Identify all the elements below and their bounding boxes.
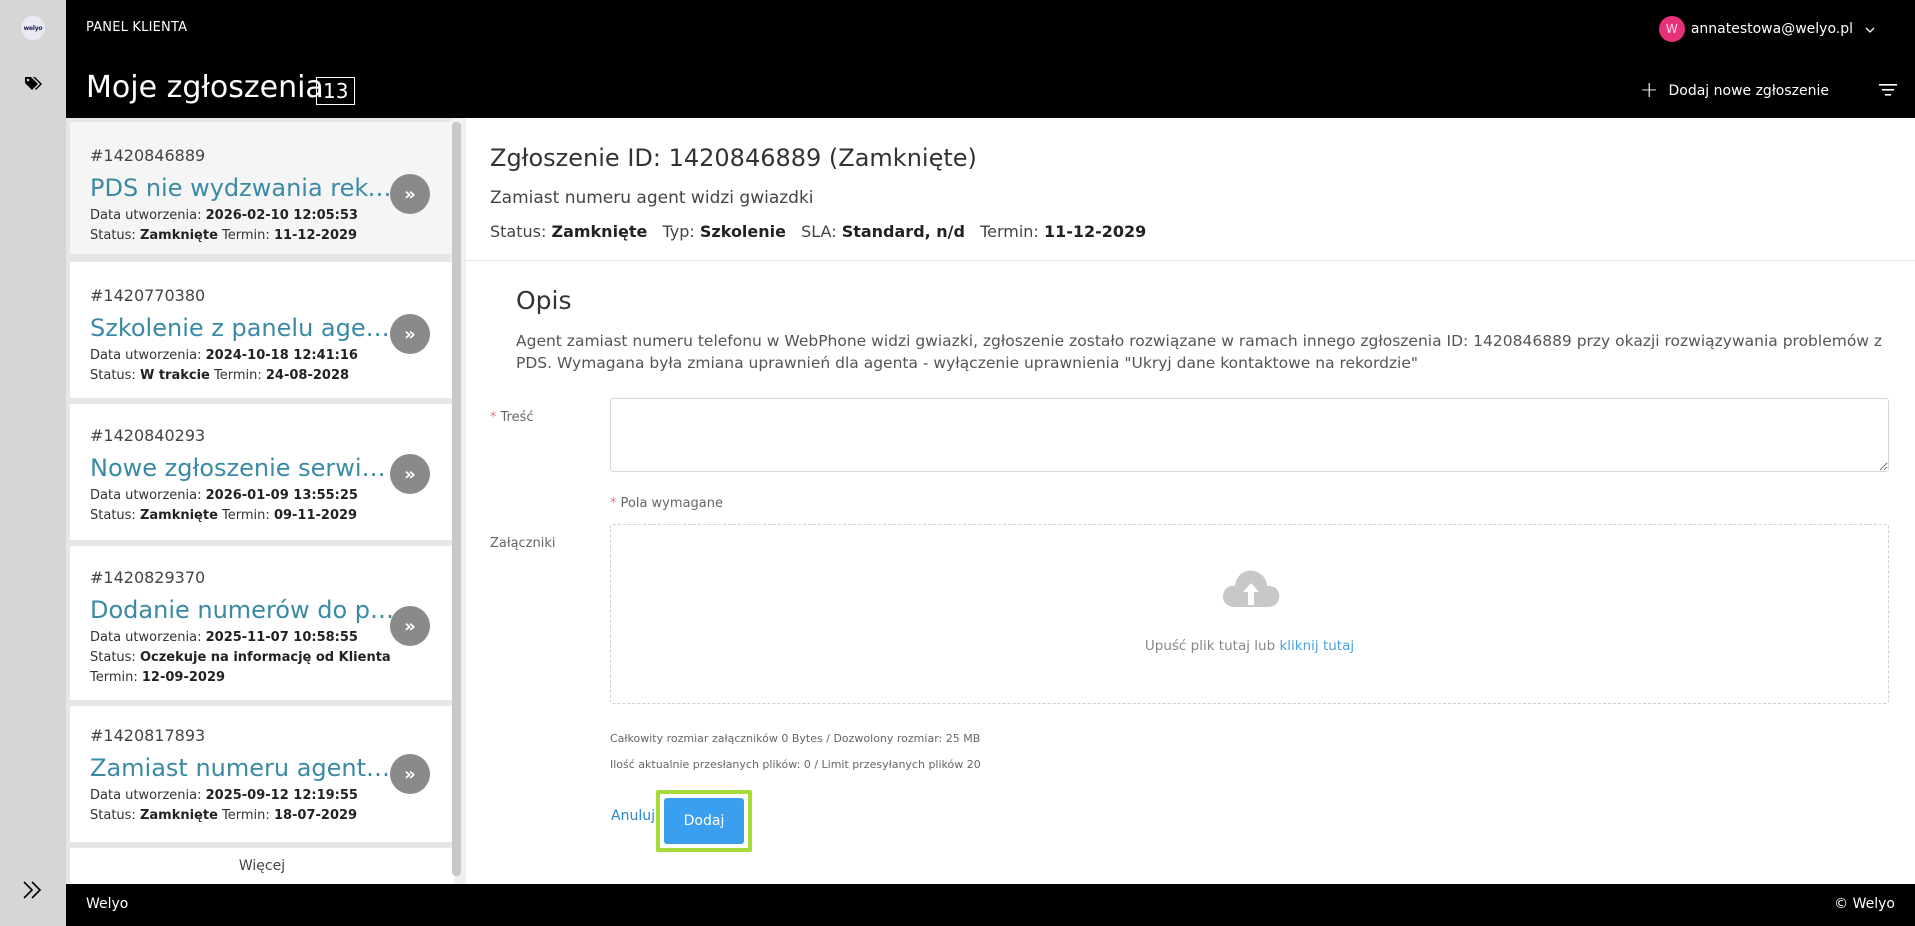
drop-instructions: Upuść plik tutaj lub kliknij tutaj — [1144, 638, 1355, 654]
ticket-card[interactable]: #1420770380 Szkolenie z panelu agenta Da… — [70, 262, 454, 402]
filter-icon[interactable] — [1879, 82, 1897, 101]
page-title: Moje zgłoszenia — [86, 70, 324, 105]
ticket-status-line: Status: Zamknięte Termin: 11-12-2029 — [90, 228, 358, 243]
ticket-created: Data utworzenia: 2026-02-10 12:05:53 — [90, 208, 358, 223]
ticket-detail-subtitle: Zamiast numeru agent widzi gwiazdki — [490, 188, 814, 208]
user-email: annatestowa@welyo.pl — [1690, 21, 1853, 37]
list-scrollbar[interactable] — [452, 122, 461, 876]
ticket-id: #1420817893 — [90, 726, 206, 745]
ticket-status-line: Status: Zamknięte Termin: 09-11-2029 — [90, 508, 358, 523]
ticket-status-line: Status: Oczekuje na informację od Klient… — [90, 650, 391, 665]
required-fields-note: * Pola wymagane — [610, 496, 723, 511]
ticket-id: #1420840293 — [90, 426, 206, 445]
content-textarea[interactable] — [610, 398, 1889, 472]
ticket-title[interactable]: Nowe zgłoszenie serwisowe — [90, 454, 395, 482]
attachments-count-info: Ilość aktualnie przesłanych plików: 0 / … — [610, 758, 981, 771]
content-label: * Treść — [490, 410, 534, 425]
ticket-created: Data utworzenia: 2026-01-09 13:55:25 — [90, 488, 358, 503]
footer-copyright: © Welyo — [1834, 896, 1895, 912]
ticket-card[interactable]: #1420829370 Dodanie numerów do planu Dat… — [70, 546, 454, 704]
ticket-detail: Zgłoszenie ID: 1420846889 (Zamknięte) Za… — [466, 118, 1915, 884]
user-menu[interactable]: W annatestowa@welyo.pl — [1658, 16, 1875, 42]
ticket-title[interactable]: Szkolenie z panelu agenta — [90, 314, 395, 342]
ticket-card[interactable]: #1420840293 Nowe zgłoszenie serwisowe Da… — [70, 404, 454, 544]
upload-cloud-icon — [1221, 565, 1281, 613]
ticket-created: Data utworzenia: 2024-10-18 12:41:16 — [90, 348, 358, 363]
plus-icon: + — [1640, 78, 1659, 103]
load-more-button[interactable]: Więcej — [70, 848, 454, 884]
ticket-created: Data utworzenia: 2025-09-12 12:19:55 — [90, 788, 358, 803]
attachments-dropzone[interactable]: Upuść plik tutaj lub kliknij tutaj — [610, 524, 1889, 704]
browse-files-link[interactable]: kliknij tutaj — [1279, 638, 1354, 654]
description-text: Agent zamiast numeru telefonu w WebPhone… — [516, 332, 1883, 372]
ticket-count-badge: 13 — [316, 77, 356, 105]
open-ticket-button[interactable]: » — [390, 754, 430, 794]
open-ticket-button[interactable]: » — [390, 606, 430, 646]
open-ticket-button[interactable]: » — [390, 314, 430, 354]
open-ticket-button[interactable]: » — [390, 174, 430, 214]
ticket-id: #1420846889 — [90, 146, 206, 165]
ticket-list: #1420846889 PDS nie wydzwania rekordów D… — [66, 118, 454, 884]
ticket-title[interactable]: Dodanie numerów do planu — [90, 596, 395, 624]
ticket-status-line: Status: W trakcie Termin: 24-08-2028 — [90, 368, 350, 383]
panel-label: PANEL KLIENTA — [86, 20, 188, 35]
avatar: W — [1658, 16, 1685, 42]
add-ticket-label: Dodaj nowe zgłoszenie — [1668, 83, 1829, 99]
chevron-down-icon — [1865, 21, 1875, 37]
ticket-id: #1420829370 — [90, 568, 206, 587]
ticket-card[interactable]: #1420846889 PDS nie wydzwania rekordów D… — [70, 122, 454, 258]
cancel-link[interactable]: Anuluj — [611, 808, 655, 824]
attachments-size-info: Całkowity rozmiar załączników 0 Bytes / … — [610, 732, 981, 745]
add-ticket-button[interactable]: + Dodaj nowe zgłoszenie — [1640, 80, 1829, 102]
ticket-id: #1420770380 — [90, 286, 206, 305]
open-ticket-button[interactable]: » — [390, 454, 430, 494]
expand-sidebar-icon[interactable] — [22, 880, 44, 904]
welyo-logo[interactable]: welyo — [21, 16, 45, 40]
footer-brand: Welyo — [86, 896, 129, 912]
ticket-title[interactable]: PDS nie wydzwania rekordów — [90, 174, 395, 202]
ticket-status-line: Status: Zamknięte Termin: 18-07-2029 — [90, 808, 358, 823]
footer: Welyo © Welyo — [66, 884, 1915, 926]
submit-highlight: Dodaj — [656, 790, 752, 852]
ticket-created: Data utworzenia: 2025-11-07 10:58:55 — [90, 630, 358, 645]
top-header: PANEL KLIENTA Moje zgłoszenia 13 W annat… — [66, 0, 1915, 118]
left-rail: welyo — [0, 0, 66, 926]
ticket-detail-title: Zgłoszenie ID: 1420846889 (Zamknięte) — [490, 144, 977, 172]
ticket-deadline-line: Termin: 12-09-2029 — [90, 670, 226, 685]
divider — [466, 260, 1915, 261]
ticket-card[interactable]: #1420817893 Zamiast numeru agent widzi g… — [70, 706, 454, 846]
ticket-detail-meta: Status: Zamknięte Typ: Szkolenie SLA: St… — [490, 222, 1147, 241]
submit-button[interactable]: Dodaj — [664, 798, 744, 844]
attachments-label: Załączniki — [490, 536, 556, 551]
description-heading: Opis — [516, 286, 572, 315]
tags-icon[interactable] — [25, 76, 43, 96]
ticket-title[interactable]: Zamiast numeru agent widzi gwiazdki — [90, 754, 395, 782]
